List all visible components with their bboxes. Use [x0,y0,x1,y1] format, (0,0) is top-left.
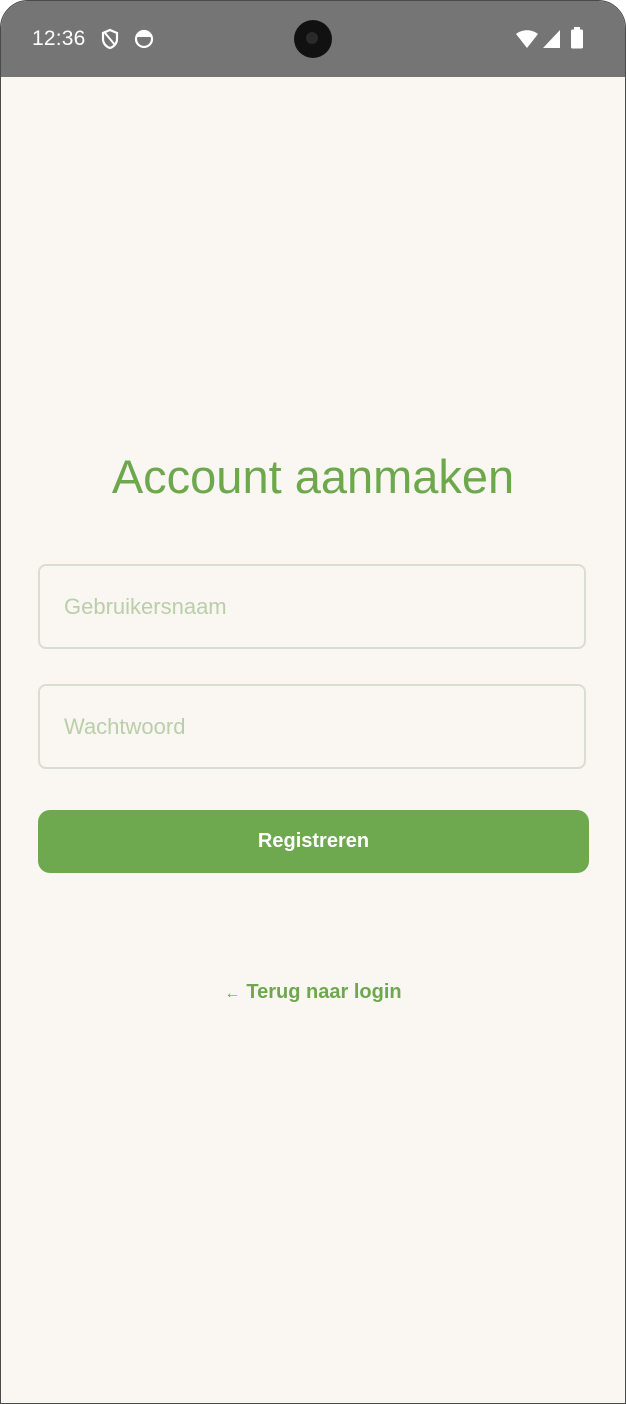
sync-circle-icon [133,28,155,50]
username-field[interactable] [38,564,586,649]
arrow-left-icon: ← [224,985,241,1002]
wifi-icon [515,29,538,51]
status-time: 12:36 [32,27,86,50]
shield-icon [99,28,121,50]
front-camera [294,20,332,58]
back-to-login-link[interactable]: ← Terug naar login [1,981,625,1004]
phone-screen: 12:36 Account aanmaken Gebruikersnaam Re… [0,0,626,1404]
battery-icon [570,27,592,49]
password-field[interactable] [38,684,586,769]
password-input[interactable] [40,686,584,767]
status-bar: 12:36 [1,1,625,77]
register-button[interactable]: Registreren [38,810,589,873]
back-to-login-label: Terug naar login [246,981,402,1003]
page-title: Account aanmaken [111,450,515,503]
cell-signal-icon [542,29,564,51]
username-input[interactable] [40,566,584,647]
